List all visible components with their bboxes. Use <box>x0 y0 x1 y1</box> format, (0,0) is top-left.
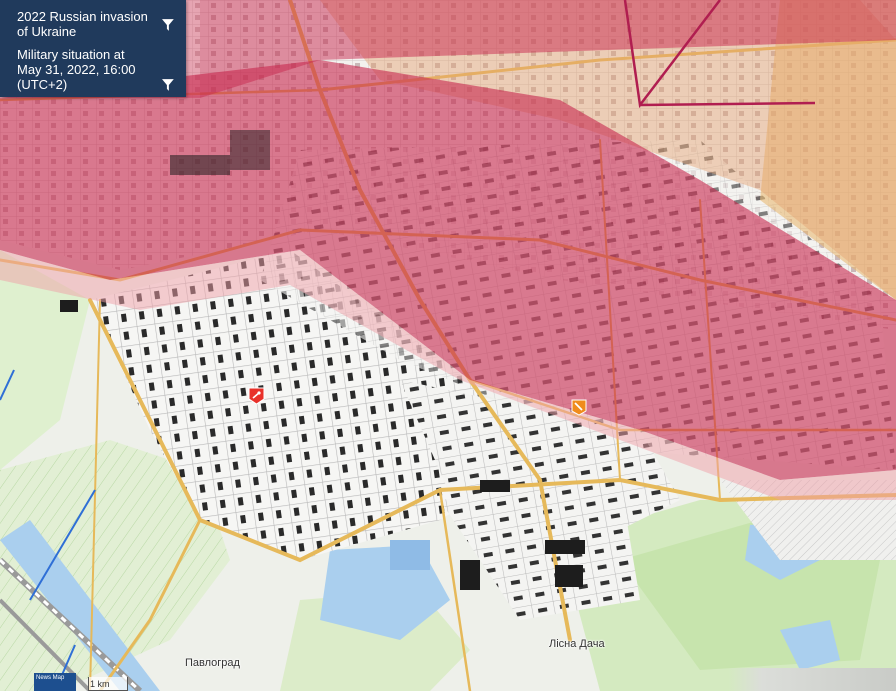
subtitle-line-1: Military situation at <box>17 47 125 62</box>
news-map-logo: News Map <box>34 673 76 691</box>
town-label: Павлоград <box>185 657 240 669</box>
situation-subtitle: Military situation at May 31, 2022, 16:0… <box>17 47 162 92</box>
title-panel: 2022 Russian invasion of Ukraine Militar… <box>0 0 186 97</box>
watermark <box>728 668 896 691</box>
subtitle-date: May 31, 2022, 16:00 <box>17 62 136 77</box>
filter-icon[interactable] <box>162 79 174 91</box>
explosion-marker-icon[interactable] <box>248 387 265 405</box>
scale-label: 1 km <box>90 679 110 689</box>
subtitle-timezone: (UTC+2) <box>17 77 68 92</box>
filter-icon[interactable] <box>162 19 174 31</box>
shelling-marker-icon[interactable] <box>571 399 587 416</box>
map-title: 2022 Russian invasion of Ukraine <box>17 9 148 39</box>
district-label: Лісна Дача <box>549 638 605 650</box>
map-canvas[interactable] <box>0 0 896 691</box>
